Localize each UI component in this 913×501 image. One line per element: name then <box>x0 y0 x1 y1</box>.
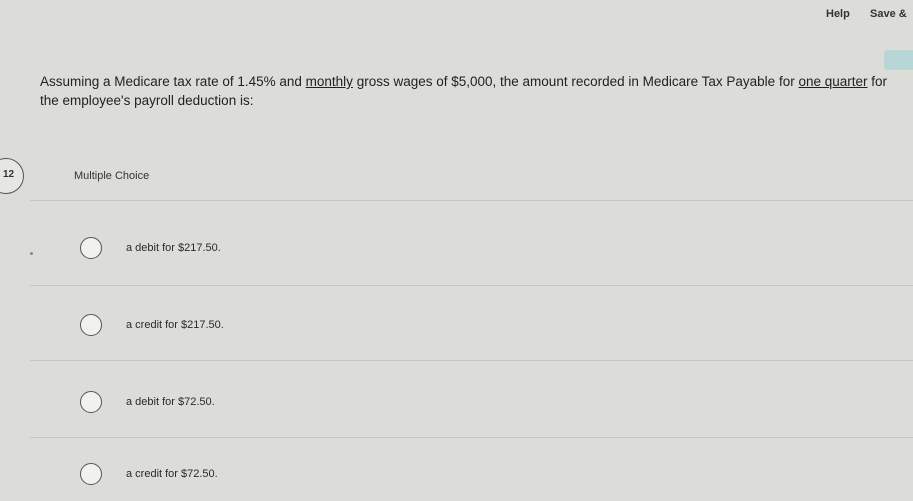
question-number-badge: 12 <box>0 158 24 194</box>
divider <box>30 285 913 286</box>
question-prompt: Assuming a Medicare tax rate of 1.45% an… <box>40 72 902 110</box>
question-text-quarter: one quarter <box>798 74 868 89</box>
choice-option-3[interactable]: a debit for $72.50. <box>80 390 215 414</box>
save-exit-button[interactable]: Save & <box>870 8 907 20</box>
question-text-monthly: monthly <box>305 74 353 89</box>
divider <box>30 437 913 438</box>
stray-mark <box>30 252 33 255</box>
radio-button[interactable] <box>80 463 102 485</box>
question-type-label: Multiple Choice <box>74 170 150 182</box>
radio-button[interactable] <box>80 314 102 336</box>
choice-label: a credit for $72.50. <box>126 468 218 480</box>
choice-label: a debit for $217.50. <box>126 242 221 254</box>
question-text-part2: gross wages of $5,000, the amount record… <box>352 74 799 89</box>
help-button[interactable]: Help <box>826 8 850 20</box>
radio-button[interactable] <box>80 391 102 413</box>
choice-option-2[interactable]: a credit for $217.50. <box>80 313 224 337</box>
top-bar: Help Save & <box>0 0 913 30</box>
divider <box>30 360 913 361</box>
choice-option-4[interactable]: a credit for $72.50. <box>80 462 218 486</box>
question-number: 12 <box>3 169 15 180</box>
radio-button[interactable] <box>80 237 102 259</box>
question-text-part1: Assuming a Medicare tax rate of 1.45% an… <box>40 74 306 89</box>
choice-option-1[interactable]: a debit for $217.50. <box>80 236 221 260</box>
choice-label: a debit for $72.50. <box>126 396 215 408</box>
divider <box>30 200 913 201</box>
choice-label: a credit for $217.50. <box>126 319 224 331</box>
check-my-work-tab[interactable] <box>884 50 913 70</box>
